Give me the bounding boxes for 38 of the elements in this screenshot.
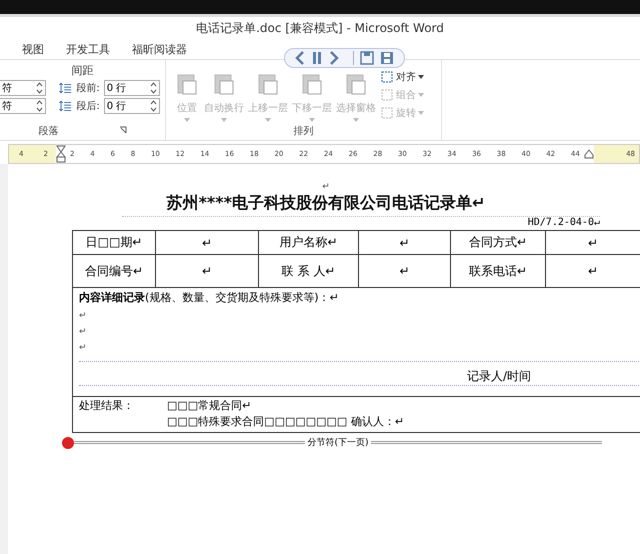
recorder-label: 记录人/时间 (466, 368, 531, 385)
paragraph-mark: ↵ (322, 182, 330, 192)
table-cell: ↵ (359, 255, 451, 288)
field-label: 段后: (76, 100, 100, 113)
option-text: □□□常规合同↵ (167, 398, 252, 414)
table-cell: ↵ (546, 231, 640, 255)
group-heading: 间距 (70, 63, 94, 78)
group-label: 排列 (294, 124, 314, 138)
paragraph-mark: ↵ (79, 327, 88, 337)
details-heading: 内容详细记录(规格、数量、交货期及特殊要求等)：↵ (79, 290, 340, 305)
option-text: □□□特殊要求合同□□□□□□□□ 确认人：↵ (167, 414, 404, 430)
table-cell: 用户名称↵ (259, 231, 359, 255)
table-cell: 合同编号↵ (73, 255, 156, 288)
ribbon-tab[interactable]: 开发工具 (58, 40, 118, 58)
field-label: 段前: (76, 82, 100, 95)
table-cell: 合同方式↵ (451, 231, 546, 255)
paragraph-mark: ↵ (79, 343, 88, 353)
table-cell: 日□□期↵ (73, 231, 156, 255)
document-title: 苏州****电子科技股份有限公司电话记录单↵ (166, 193, 486, 212)
table-cell: 联系电话↵ (451, 255, 546, 288)
table-cell: 联 系 人↵ (259, 255, 359, 288)
ribbon-tab[interactable]: 福昕阅读器 (124, 40, 195, 58)
table-cell: ↵ (156, 255, 259, 288)
section-break: 分节符(下一页) (306, 436, 370, 449)
document-code: HD/7.2-04-0↵ (528, 217, 600, 228)
window-title: 电话记录单.doc [兼容模式] - Microsoft Word (196, 20, 444, 36)
ribbon-tab[interactable]: 视图 (14, 40, 52, 58)
ribbon-button[interactable]: 对齐 (380, 70, 424, 84)
table-cell: ↵ (359, 231, 451, 255)
result-label: 处理结果： (79, 398, 135, 414)
group-label: 段落 (38, 124, 58, 138)
table-cell: ↵ (546, 255, 640, 288)
spin-field[interactable]: 0 行 (104, 98, 160, 114)
spin-field[interactable]: 符 (0, 80, 46, 96)
spin-field[interactable]: 0 行 (104, 80, 160, 96)
table-cell: ↵ (156, 231, 259, 255)
spin-field[interactable]: 符 (0, 98, 46, 114)
paragraph-mark: ↵ (79, 311, 88, 321)
